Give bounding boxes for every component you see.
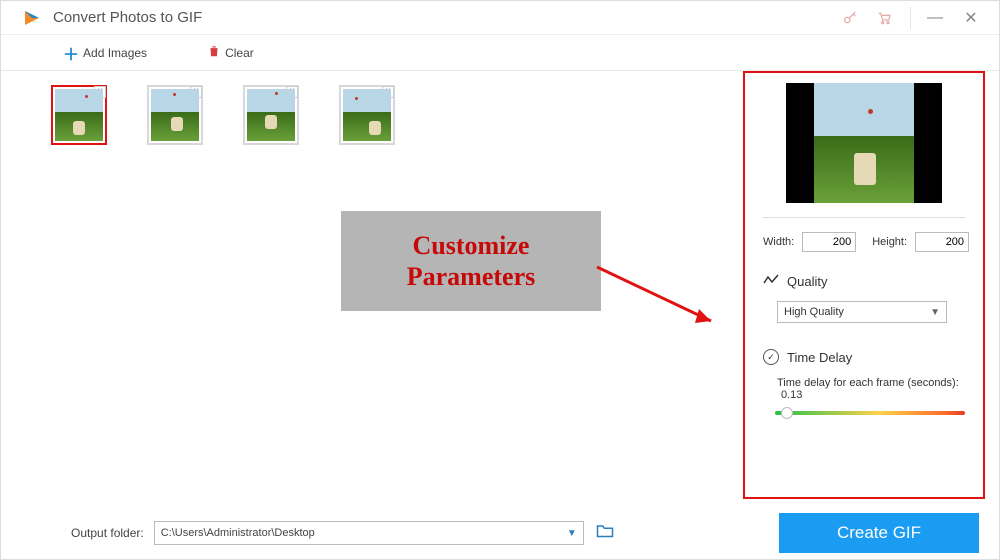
output-path-text: C:\Users\Administrator\Desktop <box>161 527 315 539</box>
cart-icon[interactable] <box>870 4 898 32</box>
app-window: Convert Photos to GIF — ✕ ＋ Add Images C… <box>0 0 1000 560</box>
output-folder-dropdown[interactable]: C:\Users\Administrator\Desktop ▼ <box>154 521 584 545</box>
preview-frame <box>779 83 949 203</box>
clear-button[interactable]: Clear <box>207 44 254 61</box>
plus-icon: ＋ <box>63 41 79 65</box>
thumb-3[interactable]: × <box>243 85 299 145</box>
annotation-callout: Customize Parameters <box>341 211 601 311</box>
app-logo-icon <box>23 9 41 27</box>
clear-label: Clear <box>225 46 254 60</box>
quality-icon <box>763 274 779 289</box>
close-button[interactable]: ✕ <box>953 4 989 32</box>
annotation-text: Customize Parameters <box>407 230 535 292</box>
delay-value: 0.13 <box>781 389 802 401</box>
create-gif-label: Create GIF <box>837 523 921 543</box>
toolbar: ＋ Add Images Clear <box>1 35 999 71</box>
browse-folder-button[interactable] <box>596 523 614 543</box>
trash-icon <box>207 44 221 61</box>
quality-label: Quality <box>787 274 827 289</box>
quality-value: High Quality <box>784 306 844 318</box>
key-icon[interactable] <box>836 4 864 32</box>
quality-section-header: Quality <box>763 274 965 289</box>
footer: Output folder: C:\Users\Administrator\De… <box>1 507 999 559</box>
thumb-2[interactable]: × <box>147 85 203 145</box>
timedelay-label: Time Delay <box>787 350 852 365</box>
clock-icon: ✓ <box>763 349 779 365</box>
window-title: Convert Photos to GIF <box>53 9 202 26</box>
timedelay-section-header: ✓ Time Delay <box>763 349 965 365</box>
titlebar: Convert Photos to GIF — ✕ <box>1 1 999 35</box>
create-gif-button[interactable]: Create GIF <box>779 513 979 553</box>
height-label: Height: <box>872 236 907 248</box>
quality-dropdown[interactable]: High Quality ▼ <box>777 301 947 323</box>
arrow-icon <box>591 261 731 341</box>
content: × × × × Customize Parameters <box>1 71 999 507</box>
height-input[interactable] <box>915 232 969 252</box>
frames-area: × × × × Customize Parameters <box>1 71 743 507</box>
delay-caption-row: Time delay for each frame (seconds): 0.1… <box>777 377 965 401</box>
delay-slider[interactable] <box>775 411 965 415</box>
add-images-label: Add Images <box>83 46 147 60</box>
dimensions-row: Width: Height: <box>763 232 965 252</box>
thumbnail-row: × × × × <box>51 85 743 145</box>
delay-caption: Time delay for each frame (seconds): <box>777 377 959 389</box>
slider-knob[interactable] <box>781 407 793 419</box>
width-input[interactable] <box>802 232 856 252</box>
output-folder-label: Output folder: <box>71 526 144 540</box>
thumb-1[interactable]: × <box>51 85 107 145</box>
chevron-down-icon: ▼ <box>930 307 940 318</box>
add-images-button[interactable]: ＋ Add Images <box>63 41 147 65</box>
minimize-button[interactable]: — <box>917 4 953 32</box>
thumb-4[interactable]: × <box>339 85 395 145</box>
width-label: Width: <box>763 236 794 248</box>
chevron-down-icon: ▼ <box>567 528 577 539</box>
parameters-panel: Width: Height: Quality High Quality ▼ ✓ … <box>743 71 985 499</box>
